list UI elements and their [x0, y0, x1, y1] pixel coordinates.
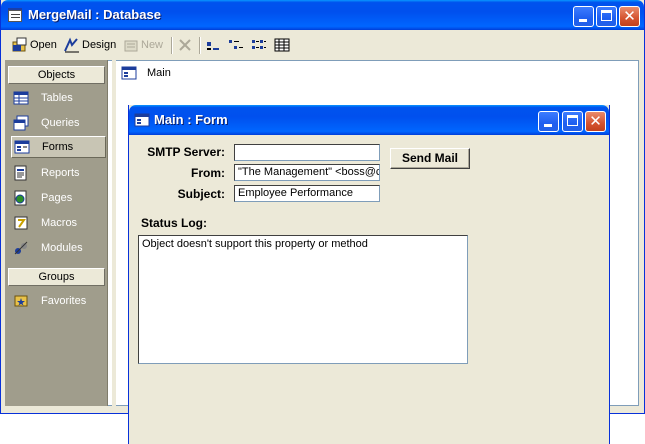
status-log-label: Status Log: [141, 216, 207, 230]
object-label: Queries [41, 117, 80, 129]
details-view-icon [274, 37, 290, 53]
details-view-button[interactable] [274, 36, 292, 54]
form-close-button[interactable]: ✕ [585, 111, 606, 132]
form-window: Main : Form ✕ SMTP Server: From: "The Ma… [128, 105, 610, 444]
maximize-icon [567, 115, 578, 126]
form-title: Main : Form [154, 112, 228, 127]
object-pages[interactable]: Pages [13, 187, 105, 209]
object-tables[interactable]: Tables [13, 87, 105, 109]
object-label: Tables [41, 92, 73, 104]
list-view-button[interactable] [251, 36, 269, 54]
query-icon [13, 115, 29, 131]
design-label: Design [82, 39, 117, 51]
form-minimize-button[interactable] [538, 111, 559, 132]
large-icons-icon [205, 37, 221, 53]
delete-icon [177, 37, 193, 53]
small-icons-icon [228, 37, 244, 53]
macro-icon [13, 215, 29, 231]
maximize-icon [601, 10, 612, 21]
from-input[interactable]: "The Management" <boss@c [234, 164, 380, 181]
form-icon [14, 139, 30, 155]
close-icon: ✕ [589, 112, 602, 130]
object-label: Forms [42, 141, 74, 153]
new-button[interactable]: New [123, 36, 163, 54]
page-icon [13, 190, 29, 206]
favorites-icon [13, 293, 29, 309]
from-label: From: [191, 166, 225, 180]
new-label: New [141, 39, 164, 51]
object-reports[interactable]: Reports [13, 162, 105, 184]
database-toolbar: Open Design New [4, 31, 641, 59]
form-titlebar[interactable]: Main : Form ✕ [129, 105, 609, 135]
send-mail-button[interactable]: Send Mail [390, 148, 470, 169]
maximize-button[interactable] [596, 6, 617, 27]
database-app-icon[interactable] [7, 7, 23, 23]
object-modules[interactable]: Modules [13, 237, 105, 259]
report-icon [13, 165, 29, 181]
delete-button[interactable] [177, 36, 195, 54]
smtp-label: SMTP Server: [147, 145, 225, 159]
toolbar-separator [171, 37, 173, 54]
toolbar-separator [199, 37, 201, 54]
open-button[interactable]: Open [12, 36, 57, 54]
object-macros[interactable]: Macros [13, 212, 105, 234]
small-icons-button[interactable] [228, 36, 246, 54]
object-label: Pages [41, 192, 73, 204]
large-icons-button[interactable] [205, 36, 223, 54]
object-label: Modules [41, 242, 83, 254]
object-queries[interactable]: Queries [13, 112, 105, 134]
design-icon [64, 37, 80, 53]
list-item-label: Main [147, 67, 171, 79]
open-label: Open [30, 39, 57, 51]
status-log-textarea[interactable]: Object doesn't support this property or … [138, 235, 468, 364]
object-label: Macros [41, 217, 78, 229]
list-item-main[interactable]: Main [121, 66, 171, 80]
new-icon [123, 37, 139, 53]
object-label: Favorites [41, 295, 87, 307]
module-icon [13, 240, 29, 256]
close-button[interactable]: ✕ [619, 6, 640, 27]
form-icon [121, 66, 137, 80]
form-maximize-button[interactable] [562, 111, 583, 132]
minimize-icon [544, 124, 552, 127]
form-icon[interactable] [134, 112, 150, 128]
group-favorites[interactable]: Favorites [13, 290, 105, 312]
window-title: MergeMail : Database [28, 7, 161, 22]
objects-header[interactable]: Objects [8, 66, 105, 84]
groups-header[interactable]: Groups [8, 268, 105, 286]
object-forms[interactable]: Forms [11, 136, 106, 158]
subject-label: Subject: [177, 187, 225, 201]
close-icon: ✕ [623, 7, 636, 25]
table-icon [13, 90, 29, 106]
list-view-icon [251, 37, 267, 53]
design-button[interactable]: Design [64, 36, 116, 54]
pane-splitter[interactable] [112, 60, 116, 406]
subject-input[interactable]: Employee Performance [234, 185, 380, 202]
database-titlebar[interactable]: MergeMail : Database ✕ [1, 0, 644, 30]
minimize-icon [579, 19, 587, 22]
object-label: Reports [41, 167, 80, 179]
smtp-server-input[interactable] [234, 144, 380, 161]
open-icon [12, 37, 28, 53]
minimize-button[interactable] [573, 6, 594, 27]
